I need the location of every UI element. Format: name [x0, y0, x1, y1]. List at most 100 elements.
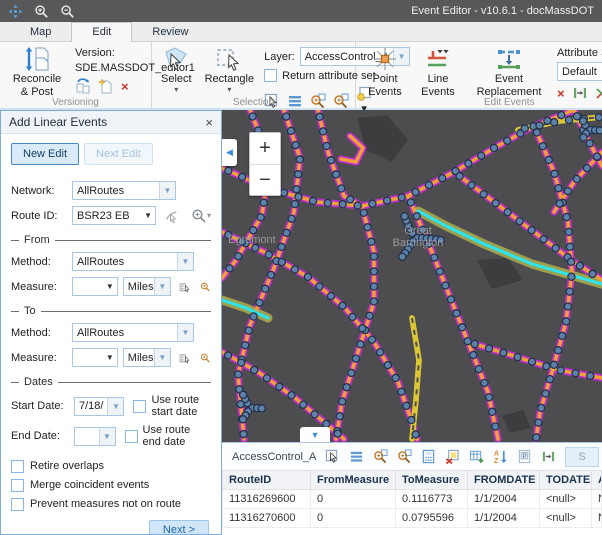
map-event-point[interactable]: [558, 112, 565, 119]
rectangle-button[interactable]: Rectangle ▾: [202, 45, 258, 94]
map-event-point[interactable]: [392, 374, 399, 381]
map-event-point[interactable]: [589, 270, 596, 277]
map-event-point[interactable]: [453, 310, 460, 317]
map-event-point[interactable]: [300, 401, 307, 408]
map-event-point[interactable]: [251, 366, 258, 373]
collapse-table-button[interactable]: ▼: [300, 427, 330, 442]
map-event-point[interactable]: [293, 186, 300, 193]
map-event-point[interactable]: [278, 259, 285, 266]
map-event-point[interactable]: [226, 265, 233, 272]
map-event-point[interactable]: [431, 254, 438, 261]
table-row[interactable]: 1131627060000.07955961/1/2004<null>N: [223, 509, 602, 528]
map-event-point[interactable]: [225, 167, 232, 174]
next-button[interactable]: Next >: [149, 520, 209, 534]
table-show-records-icon[interactable]: [349, 449, 364, 464]
map-event-point[interactable]: [544, 117, 551, 124]
map-event-point[interactable]: [565, 228, 572, 235]
map-event-point[interactable]: [311, 411, 318, 418]
map-event-point[interactable]: [540, 236, 547, 243]
map-event-point[interactable]: [504, 209, 511, 216]
tab-map[interactable]: Map: [10, 23, 71, 41]
map-event-point[interactable]: [352, 355, 359, 362]
map-event-point[interactable]: [514, 354, 521, 361]
map-event-point[interactable]: [587, 372, 594, 379]
map-event-point[interactable]: [564, 188, 571, 195]
map-event-point[interactable]: [439, 175, 446, 182]
map-event-point[interactable]: [240, 391, 247, 398]
map-event-point[interactable]: [565, 117, 572, 124]
map-event-point[interactable]: [339, 398, 346, 405]
map-event-point[interactable]: [539, 143, 546, 150]
map-event-point[interactable]: [304, 273, 311, 280]
map-event-point[interactable]: [412, 431, 419, 438]
map-event-point[interactable]: [347, 196, 354, 203]
map-event-point[interactable]: [413, 213, 420, 220]
map-event-point[interactable]: [586, 140, 593, 147]
map-event-point[interactable]: [334, 430, 341, 437]
close-icon[interactable]: ×: [205, 115, 213, 130]
map-event-point[interactable]: [580, 134, 587, 141]
to-measure-on-map-icon[interactable]: [179, 350, 190, 366]
zoom-in-icon[interactable]: [34, 4, 49, 19]
map-event-point[interactable]: [516, 218, 523, 225]
from-units-select[interactable]: Miles ▼: [123, 277, 171, 296]
map-event-point[interactable]: [583, 165, 590, 172]
map-event-point[interactable]: [408, 416, 415, 423]
map-event-point[interactable]: [465, 160, 472, 167]
map-event-point[interactable]: [555, 185, 562, 192]
map-event-point[interactable]: [580, 117, 587, 124]
save-button[interactable]: S: [565, 447, 598, 467]
prevent-measures-checkbox[interactable]: [11, 498, 24, 511]
column-header[interactable]: RouteID: [223, 471, 311, 490]
zoom-out-icon[interactable]: [60, 4, 75, 19]
map-event-point[interactable]: [278, 243, 285, 250]
map-event-point[interactable]: [566, 288, 573, 295]
map-event-point[interactable]: [500, 349, 507, 356]
table-clear-selection-icon[interactable]: [445, 449, 460, 464]
network-select[interactable]: AllRoutes ▼: [72, 181, 176, 200]
map-zoom-out-button[interactable]: −: [250, 164, 280, 195]
map-event-point[interactable]: [295, 193, 302, 200]
map-event-point[interactable]: [504, 137, 511, 144]
map-event-point[interactable]: [239, 173, 246, 180]
map-event-point[interactable]: [288, 392, 295, 399]
column-header[interactable]: FROMDATE: [468, 471, 540, 490]
map-event-point[interactable]: [456, 173, 463, 180]
map-event-point[interactable]: [323, 142, 330, 149]
map-event-point[interactable]: [568, 273, 575, 280]
map-event-point[interactable]: [265, 251, 272, 258]
map-event-point[interactable]: [485, 345, 492, 352]
select-button[interactable]: Select ▾: [158, 45, 195, 94]
map-event-point[interactable]: [489, 408, 496, 415]
map-event-point[interactable]: [475, 366, 482, 373]
map-event-point[interactable]: [263, 375, 270, 382]
map-event-point[interactable]: [551, 119, 558, 126]
map-event-point[interactable]: [370, 283, 377, 290]
map-event-point[interactable]: [442, 282, 449, 289]
map-event-point[interactable]: [369, 200, 376, 207]
pan-icon[interactable]: [8, 4, 23, 19]
map-event-point[interactable]: [471, 340, 478, 347]
collapse-panel-button[interactable]: ◀: [222, 139, 237, 166]
map-event-point[interactable]: [339, 302, 346, 309]
map-event-point[interactable]: [384, 362, 391, 369]
end-date-input[interactable]: ▼: [74, 427, 116, 446]
map-event-point[interactable]: [593, 153, 600, 160]
map-event-point[interactable]: [556, 200, 563, 207]
table-select-icon[interactable]: [325, 449, 340, 464]
map-event-point[interactable]: [533, 129, 540, 136]
map-event-point[interactable]: [316, 113, 323, 120]
map-event-point[interactable]: [528, 227, 535, 234]
map-event-point[interactable]: [559, 332, 566, 339]
map-event-point[interactable]: [543, 363, 550, 370]
table-calculate-icon[interactable]: [421, 449, 436, 464]
tab-edit[interactable]: Edit: [71, 22, 132, 42]
map-event-point[interactable]: [309, 197, 316, 204]
map-event-point[interactable]: [235, 253, 242, 260]
map-event-point[interactable]: [240, 431, 247, 438]
table-add-record-icon[interactable]: [469, 449, 484, 464]
tab-review[interactable]: Review: [132, 23, 208, 41]
map-event-point[interactable]: [283, 113, 290, 120]
table-spacing-icon[interactable]: [541, 449, 556, 464]
map-event-point[interactable]: [327, 293, 334, 300]
